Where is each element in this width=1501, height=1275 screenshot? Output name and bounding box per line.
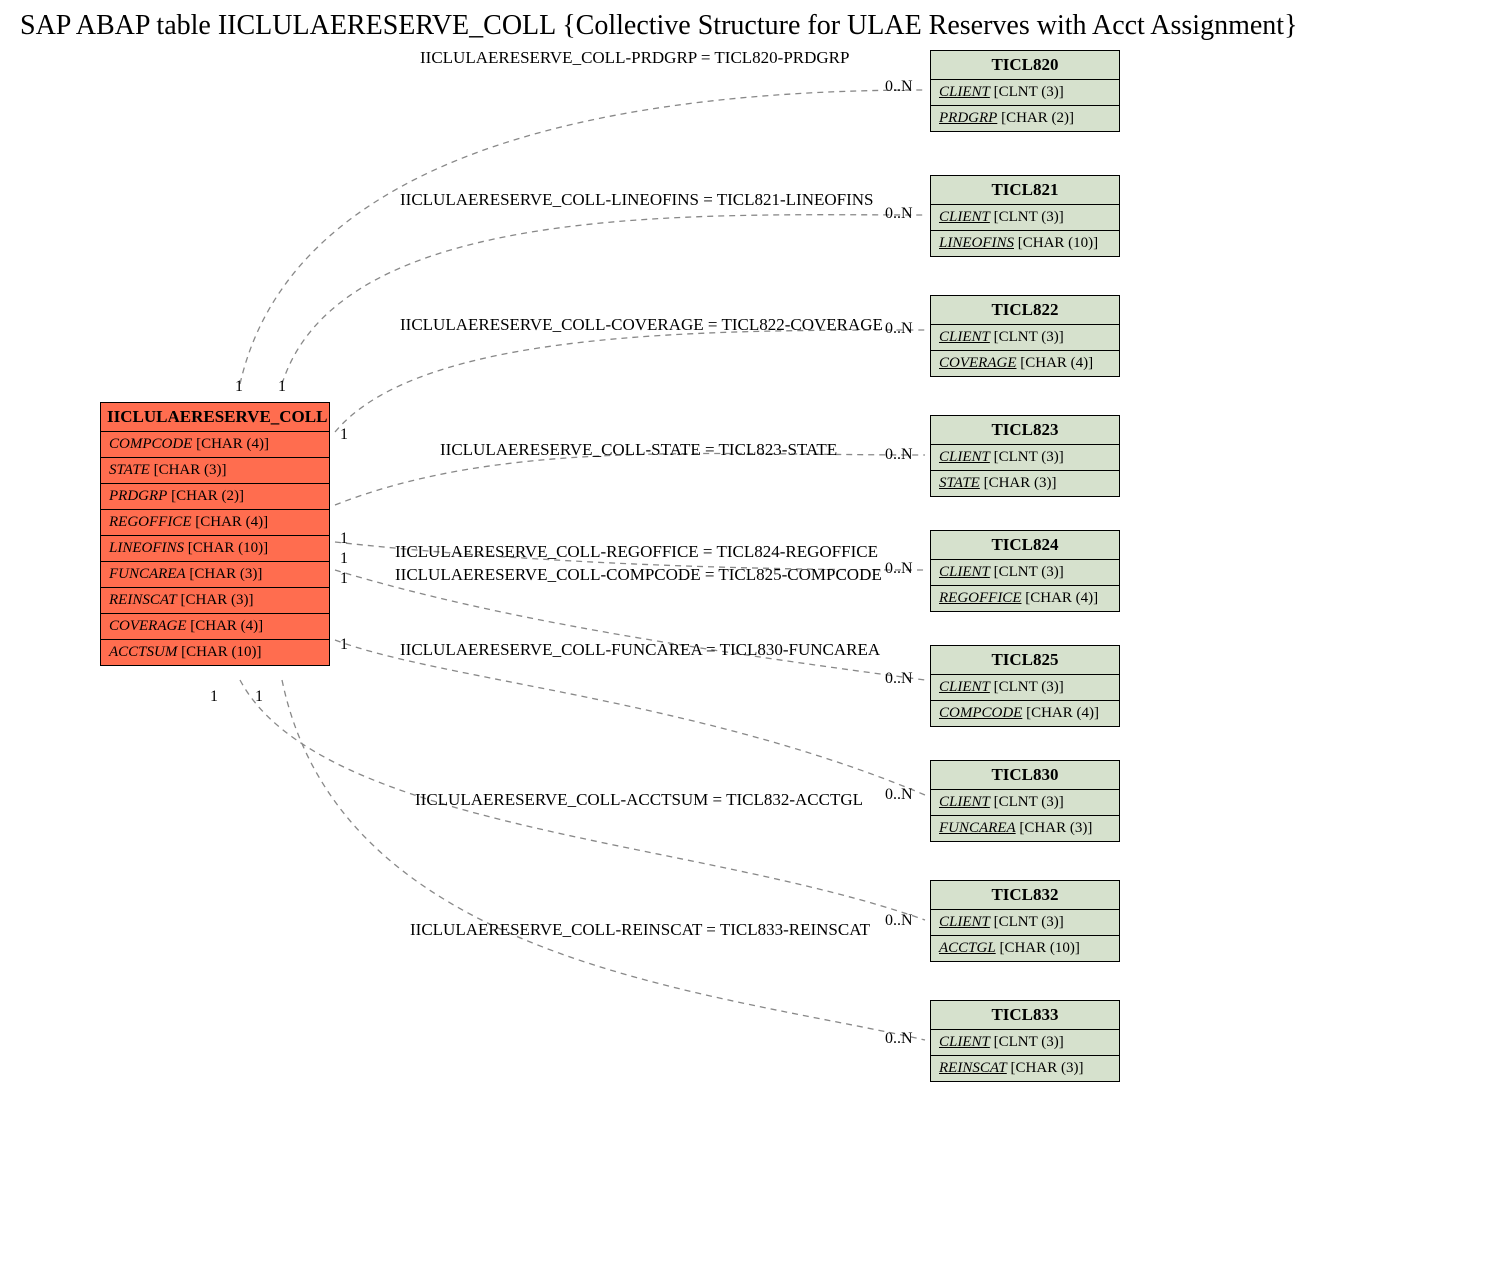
- entity-main: IICLULAERESERVE_COLL COMPCODE [CHAR (4)]…: [100, 402, 330, 666]
- cardinality-label: 1: [278, 378, 286, 396]
- cardinality-label: 0..N: [885, 912, 913, 930]
- entity-ticl825: TICL825 CLIENT [CLNT (3)] COMPCODE [CHAR…: [930, 645, 1120, 727]
- relation-label: IICLULAERESERVE_COLL-ACCTSUM = TICL832-A…: [415, 790, 863, 810]
- field-row: COMPCODE [CHAR (4)]: [101, 432, 329, 458]
- relation-label: IICLULAERESERVE_COLL-REINSCAT = TICL833-…: [410, 920, 870, 940]
- relation-label: IICLULAERESERVE_COLL-COMPCODE = TICL825-…: [395, 565, 882, 585]
- cardinality-label: 1: [235, 378, 243, 396]
- relation-label: IICLULAERESERVE_COLL-FUNCAREA = TICL830-…: [400, 640, 880, 660]
- relation-label: IICLULAERESERVE_COLL-COVERAGE = TICL822-…: [400, 315, 883, 335]
- cardinality-label: 1: [340, 426, 348, 444]
- entity-ticl824: TICL824 CLIENT [CLNT (3)] REGOFFICE [CHA…: [930, 530, 1120, 612]
- field-row: FUNCAREA [CHAR (3)]: [101, 562, 329, 588]
- cardinality-label: 0..N: [885, 78, 913, 96]
- field-row: REGOFFICE [CHAR (4)]: [101, 510, 329, 536]
- cardinality-label: 1: [340, 636, 348, 654]
- cardinality-label: 0..N: [885, 560, 913, 578]
- entity-ticl832: TICL832 CLIENT [CLNT (3)] ACCTGL [CHAR (…: [930, 880, 1120, 962]
- cardinality-label: 0..N: [885, 1030, 913, 1048]
- cardinality-label: 0..N: [885, 205, 913, 223]
- cardinality-label: 0..N: [885, 446, 913, 464]
- relation-label: IICLULAERESERVE_COLL-STATE = TICL823-STA…: [440, 440, 837, 460]
- relation-label: IICLULAERESERVE_COLL-REGOFFICE = TICL824…: [395, 542, 878, 562]
- entity-ticl833: TICL833 CLIENT [CLNT (3)] REINSCAT [CHAR…: [930, 1000, 1120, 1082]
- field-row: REINSCAT [CHAR (3)]: [101, 588, 329, 614]
- field-row: STATE [CHAR (3)]: [101, 458, 329, 484]
- cardinality-label: 1: [340, 570, 348, 588]
- cardinality-label: 0..N: [885, 320, 913, 338]
- page-title: SAP ABAP table IICLULAERESERVE_COLL {Col…: [20, 10, 1298, 42]
- cardinality-label: 1: [340, 550, 348, 568]
- entity-ticl823: TICL823 CLIENT [CLNT (3)] STATE [CHAR (3…: [930, 415, 1120, 497]
- entity-ticl830: TICL830 CLIENT [CLNT (3)] FUNCAREA [CHAR…: [930, 760, 1120, 842]
- entity-ticl822: TICL822 CLIENT [CLNT (3)] COVERAGE [CHAR…: [930, 295, 1120, 377]
- cardinality-label: 1: [210, 688, 218, 706]
- field-row: ACCTSUM [CHAR (10)]: [101, 640, 329, 665]
- field-row: PRDGRP [CHAR (2)]: [101, 484, 329, 510]
- cardinality-label: 1: [340, 530, 348, 548]
- cardinality-label: 1: [255, 688, 263, 706]
- entity-ticl821: TICL821 CLIENT [CLNT (3)] LINEOFINS [CHA…: [930, 175, 1120, 257]
- relation-label: IICLULAERESERVE_COLL-PRDGRP = TICL820-PR…: [420, 48, 849, 68]
- relation-label: IICLULAERESERVE_COLL-LINEOFINS = TICL821…: [400, 190, 874, 210]
- field-row: COVERAGE [CHAR (4)]: [101, 614, 329, 640]
- field-row: LINEOFINS [CHAR (10)]: [101, 536, 329, 562]
- cardinality-label: 0..N: [885, 786, 913, 804]
- cardinality-label: 0..N: [885, 670, 913, 688]
- entity-main-header: IICLULAERESERVE_COLL: [101, 403, 329, 432]
- entity-ticl820: TICL820 CLIENT [CLNT (3)] PRDGRP [CHAR (…: [930, 50, 1120, 132]
